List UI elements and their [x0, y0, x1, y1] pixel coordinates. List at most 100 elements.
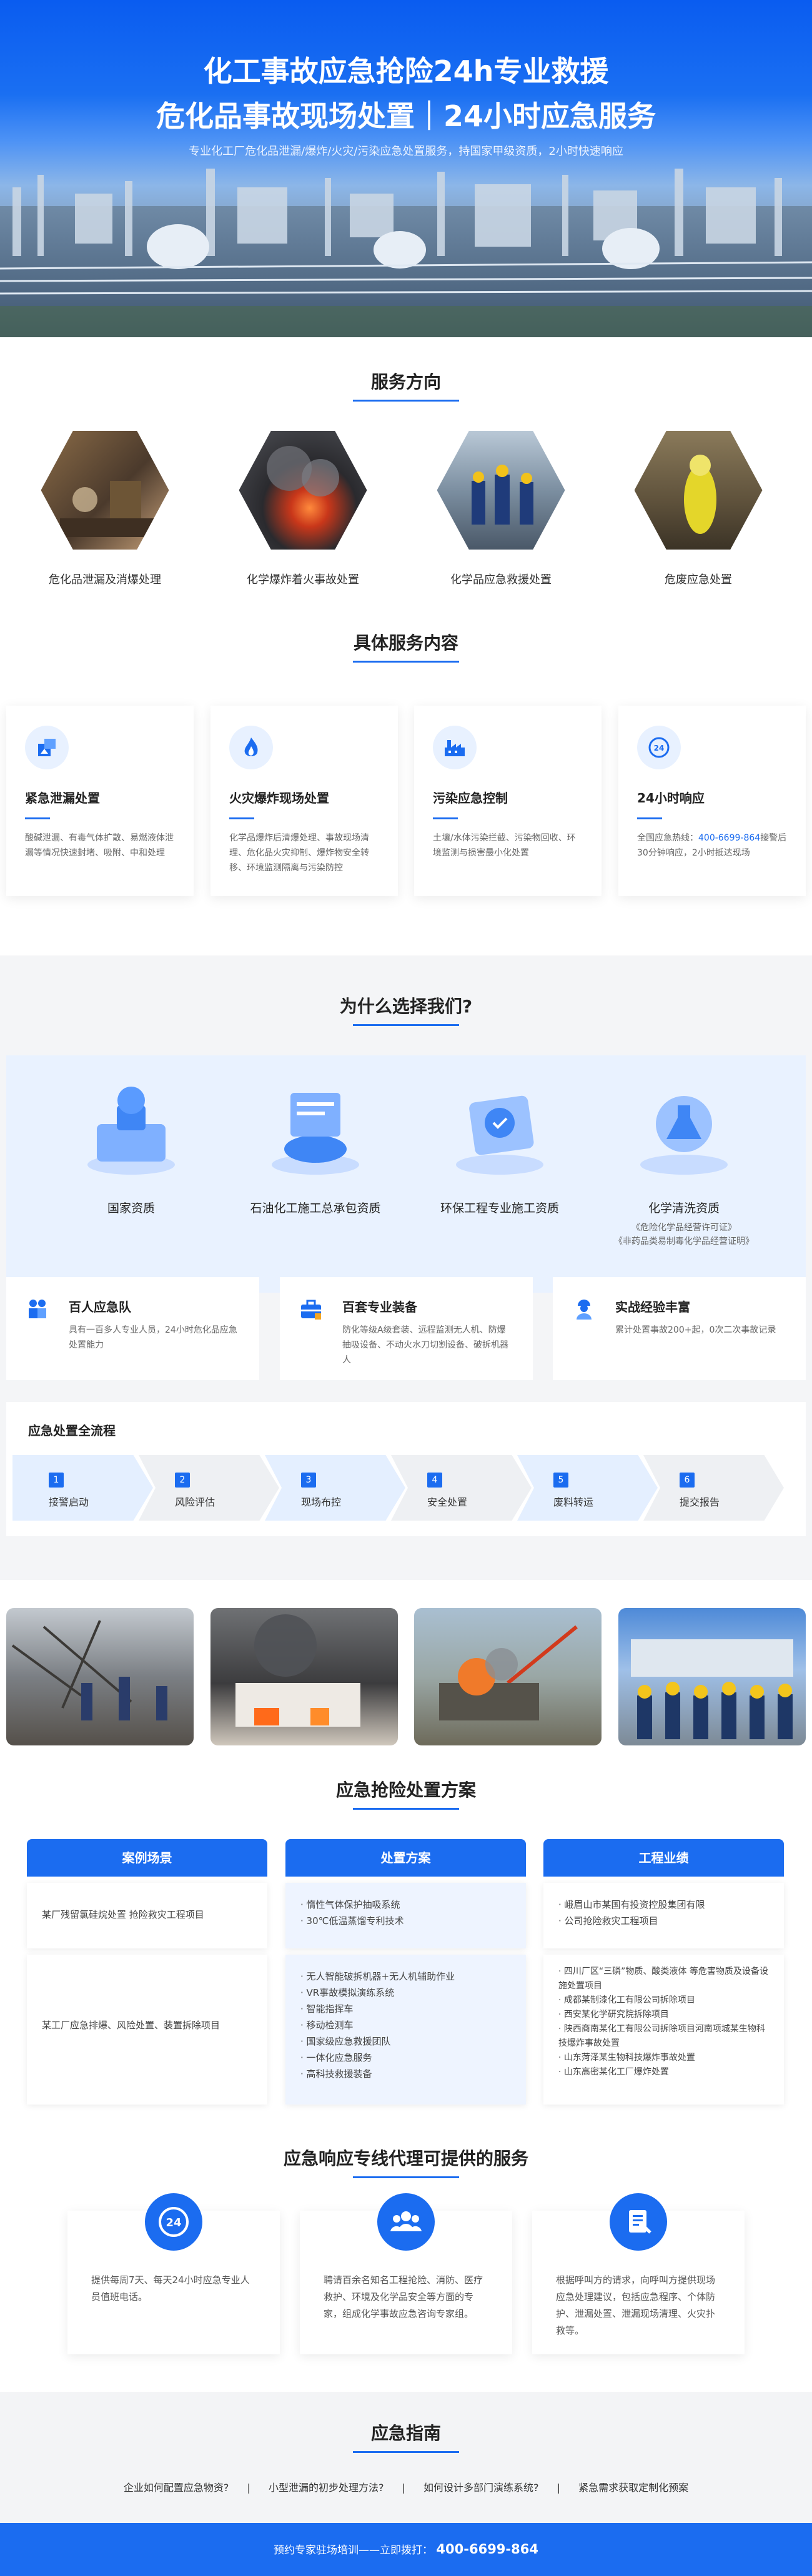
direction-label: 化学爆炸着火事故处置 — [247, 573, 359, 586]
qualification-item: 石油化工施工总承包资质 — [228, 1080, 403, 1216]
footer-cta-bar[interactable]: 预约专家驻场培训——立即拨打： 400-6699-864 — [0, 2523, 812, 2576]
plan-solution-cell: · 无人智能破拆机器+无人机辅助作业 · VR事故模拟演练系统 · 智能指挥车 … — [285, 1955, 526, 2105]
feature-desc: 具有一百多人专业人员，24小时危化品应急处置能力 — [69, 1325, 237, 1350]
footer-cta-text: 预约专家驻场培训——立即拨打： — [274, 2544, 433, 2557]
agent-card-experts: 聘请百余名知名工程抢险、消防、医疗救护、环境及化学品安全等方面的专家，组成化学事… — [300, 2193, 512, 2354]
leak-icon — [25, 726, 69, 769]
seal-icon — [78, 1080, 184, 1180]
footer-phone-link[interactable]: 400-6699-864 — [436, 2542, 538, 2557]
record-item: · 四川厂区“三磷”物质、酸类液体 等危害物质及设备设施处置项目 — [558, 1967, 768, 1991]
certificate-icon — [262, 1080, 369, 1180]
guide-link[interactable]: 如何设计多部门演练系统? — [423, 2482, 539, 2494]
explosion-scene-image — [239, 431, 367, 550]
flask-icon — [631, 1080, 737, 1180]
fire-icon — [229, 726, 273, 769]
solution-item: · 30℃低温蒸馏专利技术 — [300, 1915, 404, 1927]
step-number: 5 — [553, 1473, 568, 1488]
plan-records-cell: · 四川厂区“三磷”物质、酸类液体 等危害物质及设备设施处置项目 · 成都某制漆… — [543, 1955, 784, 2105]
clock-24-icon: 24 — [145, 2193, 202, 2251]
step-number: 6 — [680, 1473, 695, 1488]
feature-title: 百人应急队 — [69, 1300, 131, 1315]
content-card-fire[interactable]: 火灾爆炸现场处置 化学品爆炸后清爆处理、事故现场清理、危化品火灾抑制、爆炸物安全… — [210, 706, 398, 896]
feature-desc: 防化等级A级套装、远程监测无人机、防爆抽吸设备、不动火水刀切割设备、破拆机器人 — [342, 1325, 508, 1365]
record-item: · 峨眉山市某国有投资控股集团有限 — [558, 1899, 705, 1910]
direction-item-rescue[interactable]: 化学品应急救援处置 — [432, 431, 570, 587]
flow-step: 4 安全处置 — [391, 1455, 532, 1521]
agent-card-desc: 提供每周7天、每天24小时应急专业人员值班电话。 — [91, 2274, 250, 2302]
feature-card-experience: 实战经验丰富 累计处置事故200+起，0次二次事故记录 — [553, 1277, 806, 1380]
content-card-title: 紧急泄漏处置 — [25, 791, 100, 806]
plan-header-solution: 处置方案 — [285, 1839, 526, 1877]
guide-link[interactable]: 小型泄漏的初步处理方法? — [269, 2482, 384, 2494]
guide-section: 应急指南 企业如何配置应急物资? | 小型泄漏的初步处理方法? | 如何设计多部… — [0, 2392, 812, 2523]
badge-icon — [447, 1080, 553, 1180]
content-card-desc: 化学品爆炸后清爆处理、事故现场清理、危化品火灾抑制、爆炸物安全转移、环境监测隔离… — [229, 833, 369, 873]
svg-text:24: 24 — [166, 2216, 181, 2229]
hazmat-suit-image — [634, 431, 763, 550]
content-card-leak[interactable]: 紧急泄漏处置 酸碱泄漏、有毒气体扩散、易燃液体泄漏等情况快速封堵、吸附、中和处理 — [6, 706, 194, 896]
hero-title-line2: 危化品事故现场处置｜24小时应急服务 — [156, 99, 656, 133]
guide-link[interactable]: 企业如何配置应急物资? — [124, 2482, 229, 2494]
why-title: 为什么选择我们? — [0, 993, 812, 1026]
hotline-label: 全国应急热线： — [637, 833, 698, 843]
why-choose-us-section: 为什么选择我们? 国家资质 石油化工施工总承包资质 环保工程专业施工资质 化学清… — [0, 955, 812, 1580]
qualification-item: 化学清洗资质 《危险化学品经营许可证》 《非药品类易制毒化学品经营证明》 — [597, 1080, 771, 1248]
plan-scene-cell: 某厂残留氯硅烷处置 抢险救灾工程项目 — [27, 1883, 267, 1948]
plan-solution-cell: · 惰性气体保护抽吸系统 · 30℃低温蒸馏专利技术 — [285, 1883, 526, 1948]
title-underline — [637, 817, 662, 819]
qualification-license-2: 《非药品类易制毒化学品经营证明》 — [614, 1236, 754, 1246]
direction-item-leak[interactable]: 危化品泄漏及消爆处理 — [36, 431, 174, 587]
solution-item: · VR事故模拟演练系统 — [300, 1987, 395, 1998]
content-card-pollution[interactable]: 污染应急控制 土壤/水体污染拦截、污染物回收、环境监测与损害最小化处置 — [414, 706, 602, 896]
flow-step: 2 风险评估 — [139, 1455, 279, 1521]
solution-item: · 一体化应急服务 — [300, 2052, 372, 2063]
step-number: 4 — [427, 1473, 442, 1488]
step-number: 3 — [301, 1473, 316, 1488]
content-card-title: 24小时响应 — [637, 791, 705, 806]
qualification-panel: 国家资质 石油化工施工总承包资质 环保工程专业施工资质 化学清洗资质 《危险化学… — [6, 1055, 806, 1293]
content-card-24h[interactable]: 24 24小时响应 全国应急热线：400-6699-864接警后30分钟响应，2… — [618, 706, 806, 896]
plan-header-scene: 案例场景 — [27, 1839, 267, 1877]
record-item: · 西安某化学研究院拆除项目 — [558, 2010, 669, 2020]
feature-title: 百套专业装备 — [342, 1300, 417, 1315]
solution-item: · 惰性气体保护抽吸系统 — [300, 1899, 400, 1910]
record-item: · 公司抢险救灾工程项目 — [558, 1915, 658, 1927]
step-label: 接警启动 — [49, 1496, 89, 1508]
service-direction-title: 服务方向 — [0, 368, 812, 402]
direction-item-explosion[interactable]: 化学爆炸着火事故处置 — [234, 431, 372, 587]
plan-scene-cell: 某工厂应急排爆、风险处置、装置拆除项目 — [27, 1955, 267, 2105]
qualification-name: 化学清洗资质 — [648, 1202, 720, 1215]
hero-banner: 化工事故应急抢险24h专业救援 危化品事故现场处置｜24小时应急服务 专业化工厂… — [0, 0, 812, 337]
leak-scene-image — [41, 431, 169, 550]
process-flow-title: 应急处置全流程 — [28, 1423, 116, 1438]
agent-card-desc: 聘请百余名知名工程抢险、消防、医疗救护、环境及化学品安全等方面的专家，组成化学事… — [324, 2274, 483, 2319]
direction-label: 危化品泄漏及消爆处理 — [49, 573, 161, 586]
agent-services-title: 应急响应专线代理可提供的服务 — [0, 2145, 812, 2178]
rescue-team-image — [437, 431, 565, 550]
plan-header-records: 工程业绩 — [543, 1839, 784, 1877]
factory-icon — [433, 726, 477, 769]
qualification-name: 国家资质 — [107, 1202, 155, 1215]
guide-link[interactable]: 紧急需求获取定制化预案 — [578, 2482, 688, 2494]
hotline-phone-link[interactable]: 400-6699-864 — [698, 833, 760, 843]
plan-title: 应急抢险处置方案 — [0, 1777, 812, 1810]
content-card-desc: 酸碱泄漏、有毒气体扩散、易燃液体泄漏等情况快速封堵、吸附、中和处理 — [25, 833, 174, 858]
agent-card-advice: 根据呼叫方的请求，向呼叫方提供现场应急处理建议，包括应急程序、个体防护、泄漏处置… — [532, 2193, 745, 2354]
guide-separator: | — [402, 2482, 405, 2494]
guide-links: 企业如何配置应急物资? | 小型泄漏的初步处理方法? | 如何设计多部门演练系统… — [0, 2479, 812, 2494]
content-card-desc: 全国应急热线：400-6699-864接警后30分钟响应，2小时抵达现场 — [637, 831, 787, 861]
step-label: 现场布控 — [301, 1496, 342, 1508]
building-fire-photo — [210, 1608, 398, 1745]
hero-title-line1: 化工事故应急抢险24h专业救援 — [203, 54, 609, 88]
flow-step: 3 现场布控 — [265, 1455, 405, 1521]
direction-item-hazardous-waste[interactable]: 危废应急处置 — [630, 431, 767, 587]
firefighting-photo — [414, 1608, 602, 1745]
title-underline — [25, 817, 50, 819]
record-item: · 陕西商南某化工有限公司拆除项目河南项城某生物科技爆炸事故处置 — [558, 2024, 765, 2048]
solution-item: · 智能指挥车 — [300, 2003, 354, 2015]
team-assembly-photo — [618, 1608, 806, 1745]
service-content-title: 具体服务内容 — [0, 629, 812, 663]
solution-item: · 高科技救援装备 — [300, 2068, 372, 2080]
document-icon — [610, 2193, 667, 2251]
feature-card-equipment: 百套专业装备 防化等级A级套装、远程监测无人机、防爆抽吸设备、不动火水刀切割设备… — [280, 1277, 533, 1380]
